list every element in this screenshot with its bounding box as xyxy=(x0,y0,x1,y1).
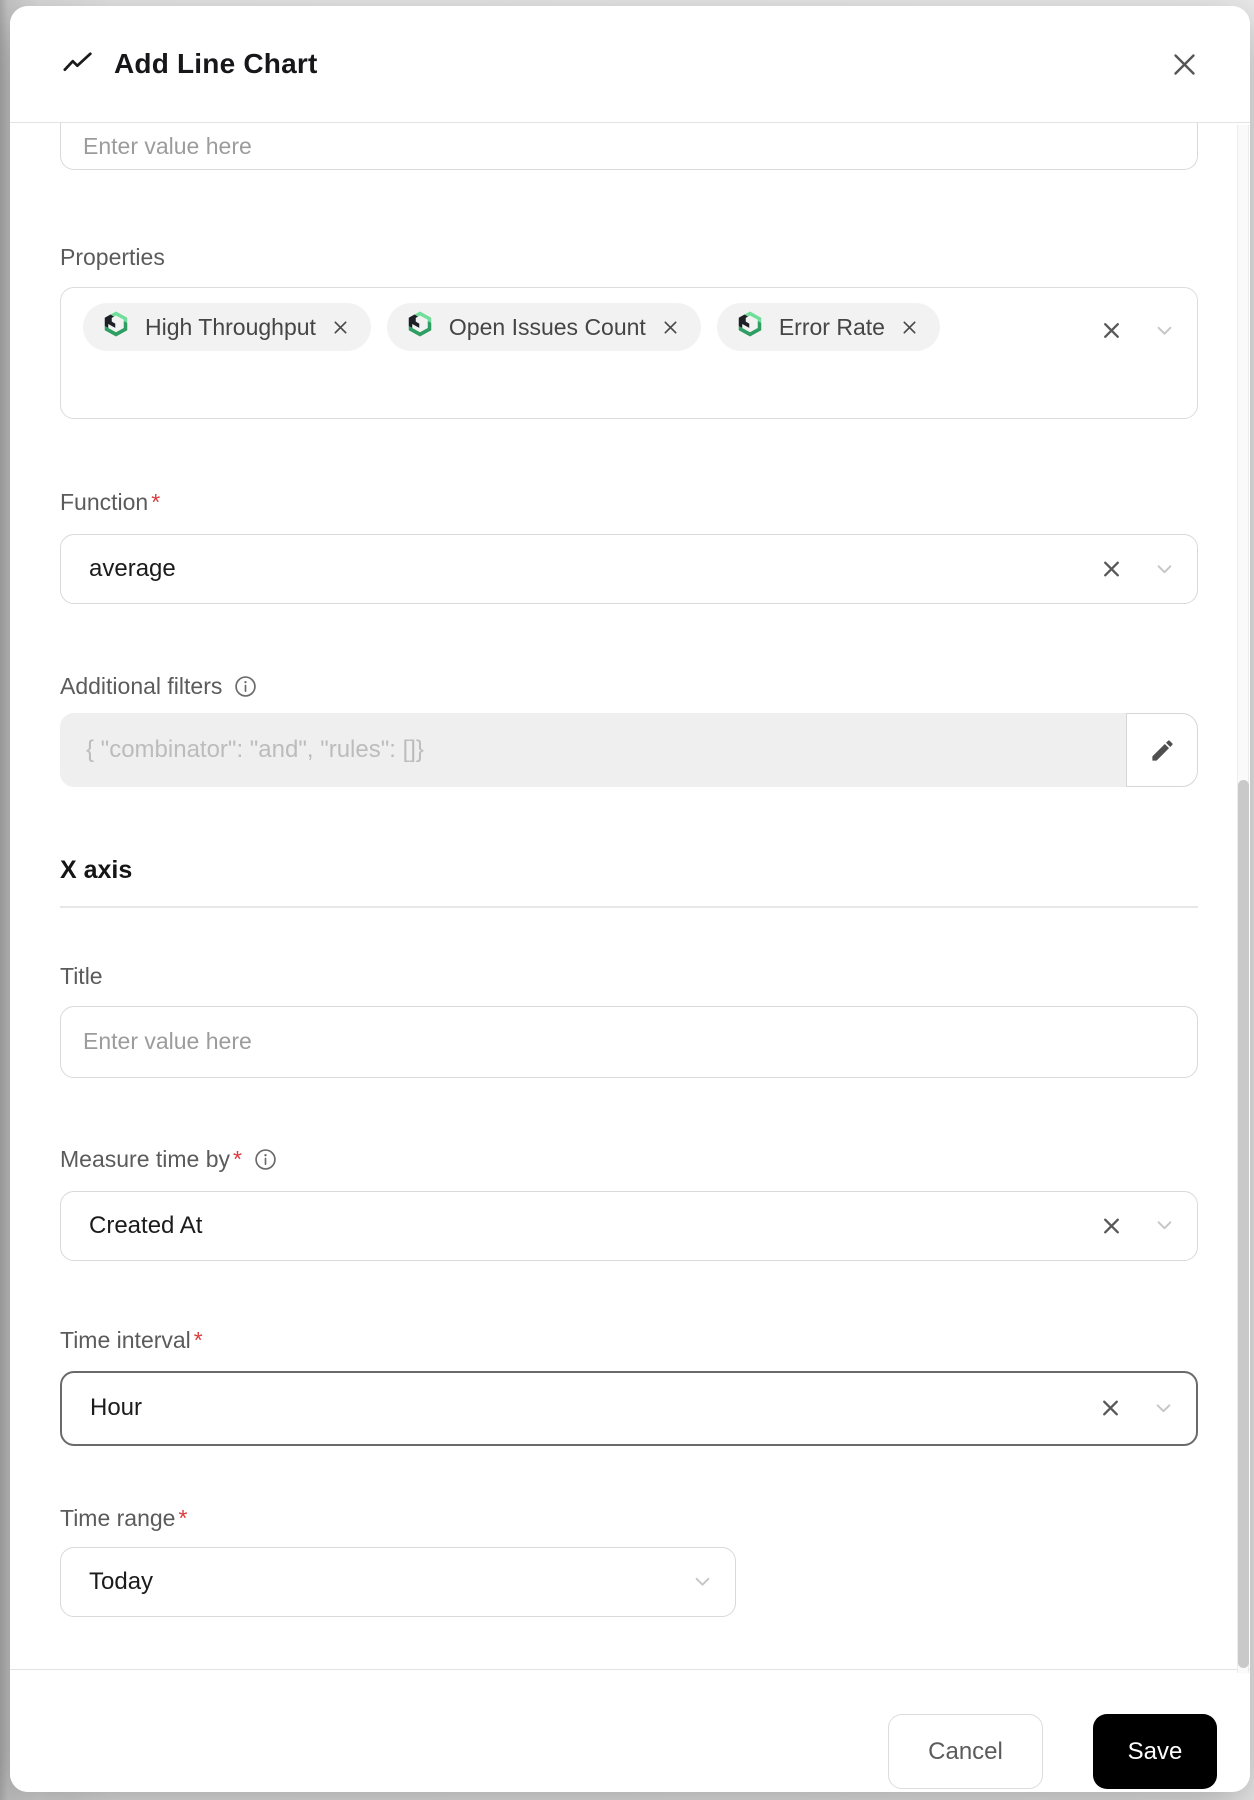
add-line-chart-modal: Add Line Chart Properties xyxy=(10,6,1250,1792)
measure-time-by-label: Measure time by * xyxy=(60,1146,1198,1173)
blueprint-cube-icon xyxy=(101,309,131,345)
time-interval-label: Time interval * xyxy=(60,1327,1198,1354)
clear-icon[interactable] xyxy=(1101,320,1122,341)
modal-header: Add Line Chart xyxy=(10,6,1250,123)
modal-footer: Cancel Save xyxy=(10,1669,1250,1792)
properties-multiselect[interactable]: High Throughput Open Issues Count Error … xyxy=(60,287,1198,419)
chevron-down-icon[interactable] xyxy=(1157,564,1172,574)
line-chart-icon xyxy=(62,50,96,78)
chip-remove-icon[interactable] xyxy=(332,319,349,336)
title-label: Title xyxy=(60,963,1198,990)
title-input[interactable] xyxy=(60,1005,1198,1078)
time-range-select[interactable]: Today xyxy=(60,1546,736,1617)
required-asterisk: * xyxy=(193,1326,203,1353)
property-chip-open-issues-count: Open Issues Count xyxy=(386,303,701,351)
chip-label: Error Rate xyxy=(778,313,885,340)
additional-filters-placeholder: { "combinator": "and", "rules": []} xyxy=(86,736,424,763)
measure-time-by-value: Created At xyxy=(89,1211,203,1239)
chevron-down-icon[interactable] xyxy=(1156,1403,1171,1413)
blueprint-cube-icon xyxy=(735,309,765,345)
x-axis-heading: X axis xyxy=(60,856,133,884)
chevron-down-icon[interactable] xyxy=(695,1577,710,1587)
time-interval-label-text: Time interval xyxy=(60,1326,191,1353)
time-interval-value: Hour xyxy=(90,1394,143,1421)
additional-filters-label: Additional filters xyxy=(60,673,1198,700)
measure-time-by-select[interactable]: Created At xyxy=(60,1190,1198,1261)
properties-label-text: Properties xyxy=(60,244,165,270)
additional-filters-row: { "combinator": "and", "rules": []} xyxy=(60,713,1198,787)
time-range-value: Today xyxy=(89,1567,154,1595)
additional-filters-label-text: Additional filters xyxy=(60,673,223,699)
close-button[interactable] xyxy=(1162,42,1206,86)
time-range-label: Time range * xyxy=(60,1505,1198,1532)
property-chip-high-throughput: High Throughput xyxy=(83,303,371,351)
pencil-icon xyxy=(1151,739,1173,761)
value-input[interactable] xyxy=(60,123,1198,170)
close-icon xyxy=(1173,53,1195,75)
cancel-button[interactable]: Cancel xyxy=(888,1714,1043,1789)
chip-remove-icon[interactable] xyxy=(662,319,679,336)
chip-label: Open Issues Count xyxy=(448,313,646,340)
function-label-text: Function xyxy=(60,489,149,515)
clear-icon[interactable] xyxy=(1101,559,1122,580)
properties-label: Properties xyxy=(60,244,1198,271)
measure-time-by-label-text: Measure time by xyxy=(60,1145,231,1172)
function-select-value: average xyxy=(89,555,176,582)
chip-remove-icon[interactable] xyxy=(901,319,918,336)
time-interval-select[interactable]: Hour xyxy=(60,1370,1198,1446)
modal-title: Add Line Chart xyxy=(114,48,318,79)
required-asterisk: * xyxy=(233,1145,242,1172)
edit-filters-button[interactable] xyxy=(1126,713,1198,787)
chevron-down-icon[interactable] xyxy=(1157,326,1172,336)
chevron-down-icon[interactable] xyxy=(1157,1221,1172,1231)
modal-body: Properties High Throughput xyxy=(10,123,1250,1669)
function-label: Function * xyxy=(60,489,1198,516)
title-label-text: Title xyxy=(60,962,103,989)
required-asterisk: * xyxy=(178,1504,188,1531)
section-divider xyxy=(60,906,1198,908)
blueprint-cube-icon xyxy=(405,309,435,345)
info-icon[interactable] xyxy=(234,675,257,698)
properties-chips: High Throughput Open Issues Count Error … xyxy=(83,303,1047,351)
function-select[interactable]: average xyxy=(60,534,1198,604)
clear-icon[interactable] xyxy=(1101,1215,1122,1236)
required-asterisk: * xyxy=(151,489,161,515)
clear-icon[interactable] xyxy=(1100,1398,1121,1419)
info-icon[interactable] xyxy=(254,1148,277,1171)
save-button[interactable]: Save xyxy=(1093,1714,1217,1789)
scrollbar-thumb[interactable] xyxy=(1238,780,1249,1668)
time-range-label-text: Time range xyxy=(60,1504,176,1531)
additional-filters-input[interactable]: { "combinator": "and", "rules": []} xyxy=(60,713,1126,787)
property-chip-error-rate: Error Rate xyxy=(716,303,940,351)
chip-label: High Throughput xyxy=(145,313,316,340)
